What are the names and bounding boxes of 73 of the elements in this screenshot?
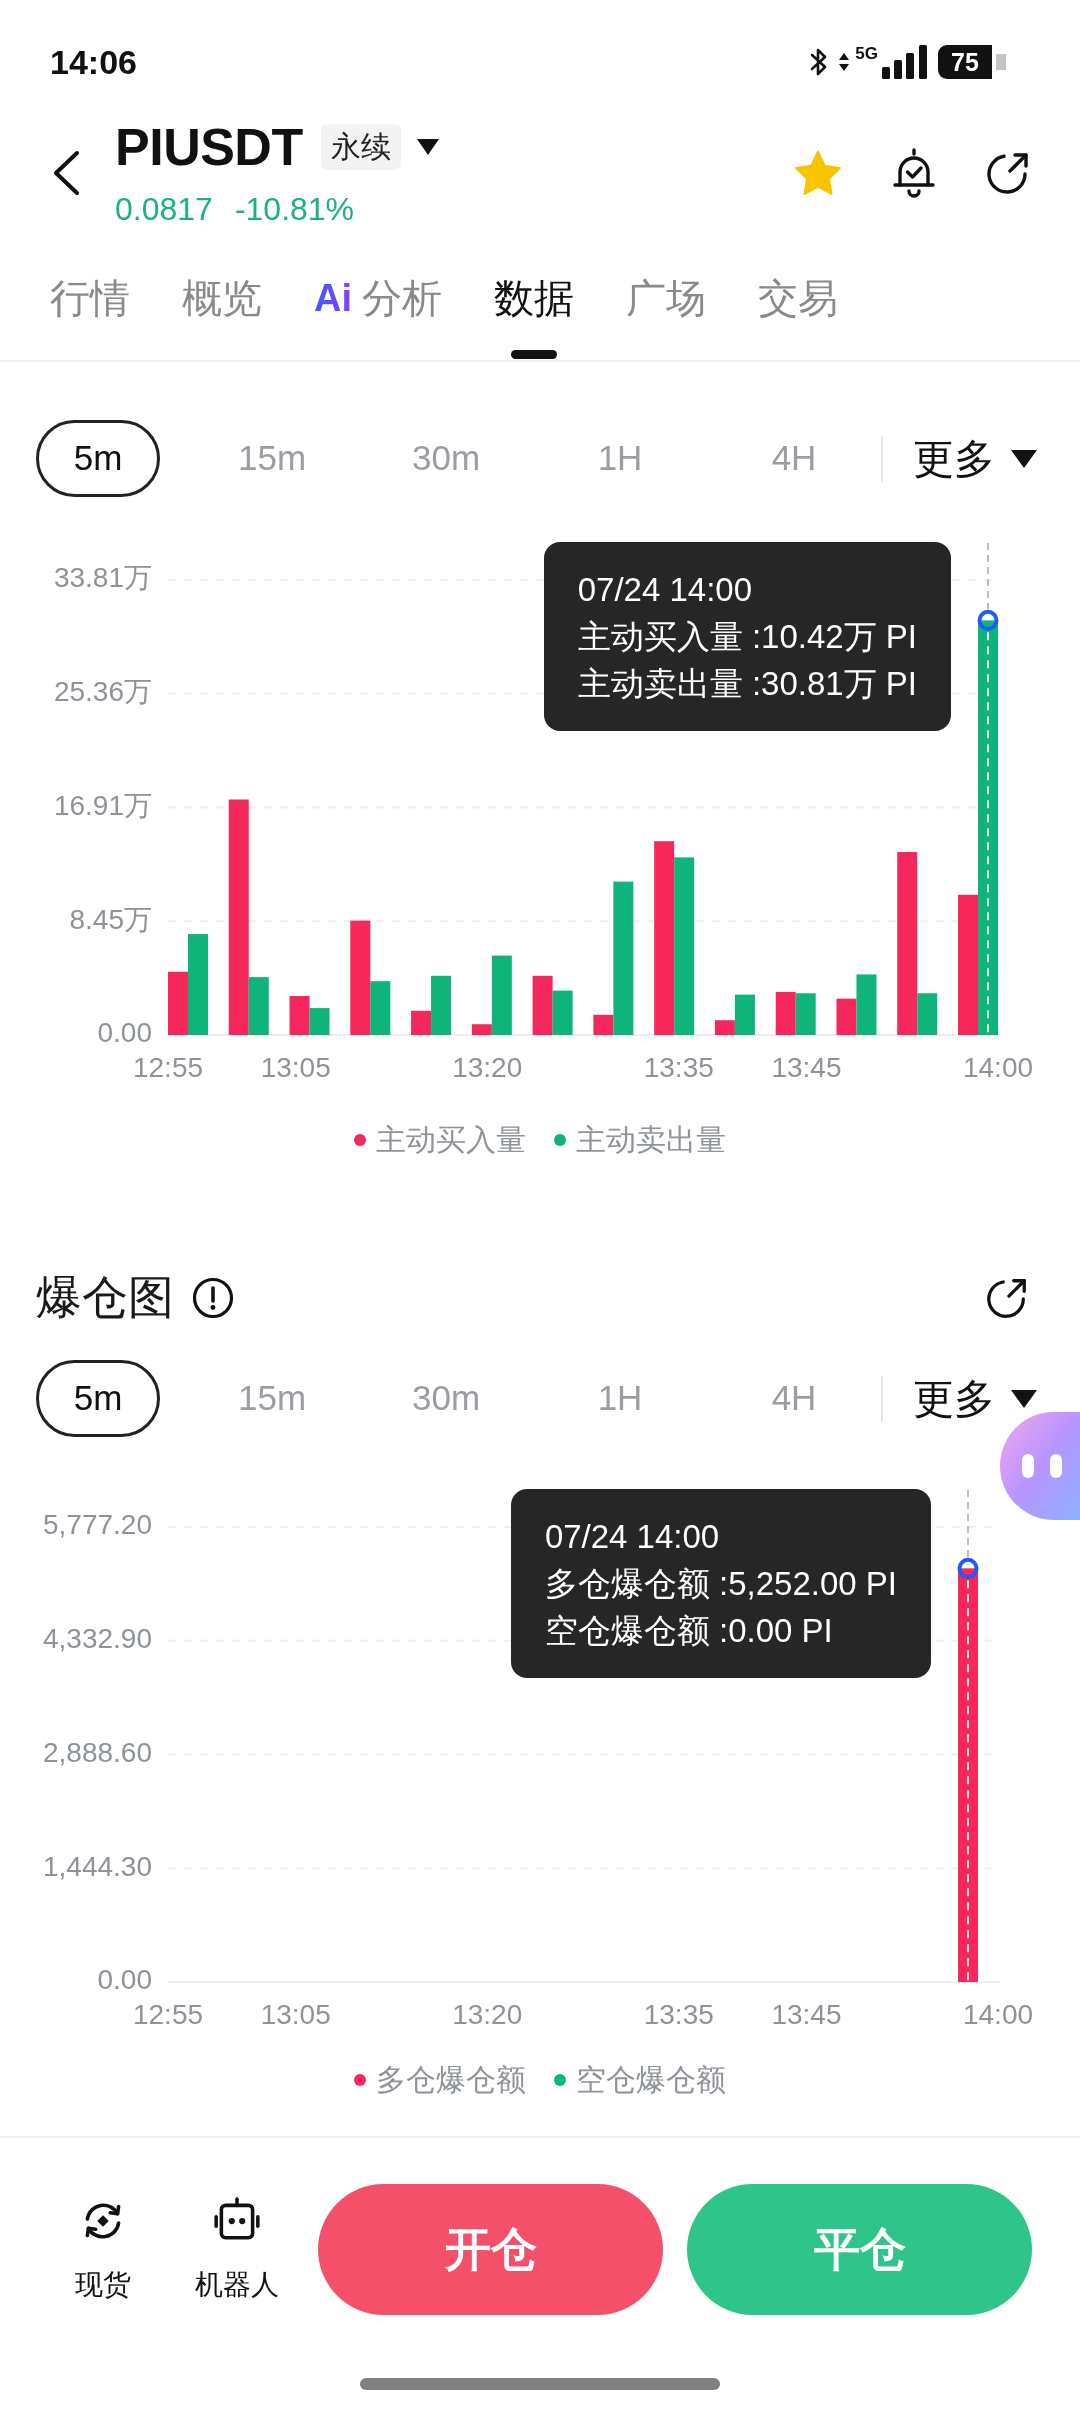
interval-tab[interactable]: 30m [402, 420, 490, 497]
bell-icon[interactable] [890, 146, 938, 199]
axis-label: 12:55 [132, 1999, 204, 2031]
axis-label: 5,777.20 [43, 1509, 152, 1541]
caret-icon[interactable] [1011, 449, 1037, 468]
axis-label: 13:45 [771, 1052, 842, 1084]
tab[interactable]: 行情 [50, 250, 130, 360]
chart-bar [552, 990, 573, 1035]
axis-label: 13:05 [260, 1999, 331, 2031]
axis-label: 12:55 [132, 1052, 204, 1084]
legend-label: 空仓爆仓额 [576, 2062, 726, 2098]
interval-tab[interactable]: 4H [762, 1360, 826, 1437]
tooltip-value: 主动卖出量 :30.81万 PI [577, 664, 917, 704]
caret-icon[interactable] [416, 138, 439, 155]
chart-bar [775, 991, 796, 1035]
tab[interactable]: 交易 [758, 250, 838, 360]
legend-label: 主动卖出量 [576, 1122, 726, 1158]
last-price: 0.0817 [115, 189, 213, 229]
shortcut-label[interactable]: 现货 [75, 2268, 131, 2302]
interval-tab[interactable]: 30m [402, 1360, 490, 1437]
open-position-button[interactable]: 开仓 [318, 2184, 663, 2315]
interval-tab[interactable]: 1H [588, 420, 652, 497]
battery-indicator: 75 [938, 44, 1006, 79]
chart-bar [795, 993, 816, 1035]
legend-label: 多仓爆仓额 [376, 2062, 526, 2098]
axis-label: 33.81万 [53, 562, 152, 594]
tooltip-value: 主动买入量 :10.42万 PI [577, 617, 917, 657]
network-type-label: 5G [855, 44, 878, 63]
tooltip-value: 多仓爆仓额 :5,252.00 PI [544, 1564, 897, 1604]
axis-label: 13:45 [771, 1999, 842, 2031]
axis-label: 16.91万 [53, 789, 152, 821]
axis-label: 13:35 [643, 1052, 714, 1084]
interval-tab[interactable]: 1H [588, 1360, 652, 1437]
axis-label: 8.45万 [69, 903, 152, 935]
tab[interactable]: 广场 [626, 250, 706, 360]
interval-tab[interactable]: 15m [228, 1360, 316, 1437]
info-icon[interactable] [192, 1276, 234, 1319]
tab[interactable]: 概览 [182, 250, 262, 360]
interval-tab[interactable]: 5m [36, 1360, 160, 1437]
more-button[interactable]: 更多 [913, 1374, 1037, 1423]
interval-tab[interactable]: 15m [228, 420, 316, 497]
axis-label: 1,444.30 [43, 1850, 152, 1882]
axis-label: 13:20 [452, 1052, 523, 1084]
axis-label: 14:00 [962, 1999, 1034, 2031]
axis-label: 14:00 [962, 1052, 1034, 1084]
caret-icon[interactable] [1011, 1389, 1037, 1408]
price-change: -10.81% [234, 189, 355, 229]
contract-type-tag[interactable]: 永续 [320, 123, 401, 170]
tooltip-time: 07/24 14:00 [577, 570, 754, 610]
legend-label: 主动买入量 [376, 1122, 526, 1158]
axis-label: 13:35 [643, 1999, 714, 2031]
symbol-title: PIUSDT [115, 116, 303, 177]
tooltip-time: 07/24 14:00 [544, 1517, 721, 1557]
shortcut-label[interactable]: 机器人 [195, 2268, 279, 2302]
close-position-button[interactable]: 平仓 [687, 2184, 1032, 2315]
section-title: 爆仓图 [36, 1270, 174, 1325]
interval-tab[interactable]: 4H [762, 420, 826, 497]
tab[interactable]: Ai 分析 [314, 250, 442, 360]
axis-label: 2,888.60 [43, 1736, 152, 1768]
axis-label: 0.00 [97, 1017, 152, 1049]
data-arrows-icon [839, 52, 850, 71]
status-time: 14:06 [50, 41, 137, 82]
axis-label: 13:05 [260, 1052, 331, 1084]
signal-icon [882, 44, 928, 79]
axis-label: 13:20 [452, 1999, 523, 2031]
axis-label: 0.00 [97, 1964, 152, 1996]
axis-label: 4,332.90 [43, 1623, 152, 1655]
tooltip-value: 空仓爆仓额 :0.00 PI [544, 1611, 834, 1651]
interval-tab[interactable]: 5m [36, 420, 160, 497]
axis-label: 25.36万 [53, 676, 152, 708]
tab[interactable]: 数据 [494, 250, 574, 360]
more-button[interactable]: 更多 [913, 434, 1037, 483]
chart-bar [532, 975, 553, 1035]
